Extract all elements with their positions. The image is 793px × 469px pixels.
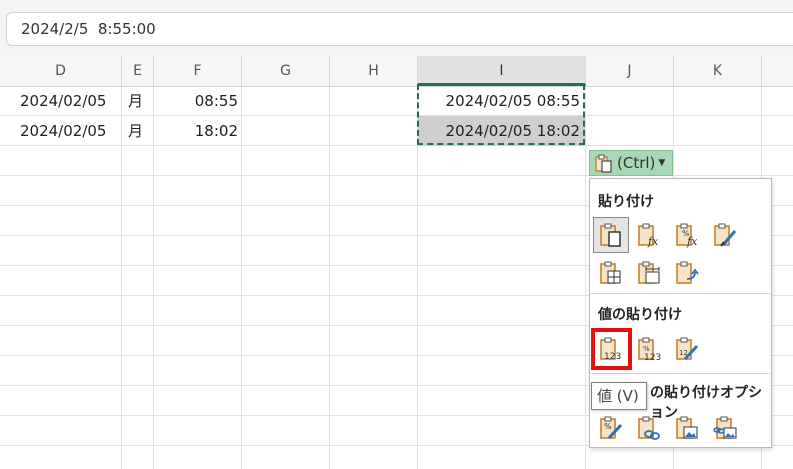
column-header-h[interactable]: H (330, 56, 418, 86)
paste-item-formatting[interactable]: % (593, 410, 629, 446)
cell-e1[interactable]: 月 (128, 86, 143, 116)
paste-item-keep-column-widths[interactable] (631, 255, 667, 291)
svg-text:%: % (643, 345, 650, 353)
paste-options-label: (Ctrl) (617, 154, 656, 172)
paste-link-icon (638, 416, 660, 440)
paste-no-borders-icon (600, 261, 621, 284)
cell-d2[interactable]: 2024/02/05 (20, 116, 106, 146)
column-header-j[interactable]: J (586, 56, 674, 86)
menu-heading-paste: 貼り付け (598, 194, 654, 210)
paste-item-picture[interactable] (669, 410, 705, 446)
paste-item-paste[interactable] (593, 217, 629, 253)
column-header-k[interactable]: K (674, 56, 762, 86)
menu-heading-paste-values: 値の貼り付け (598, 307, 682, 323)
column-header-i[interactable]: I (418, 56, 586, 86)
paste-keep-column-widths-icon (638, 261, 660, 284)
column-header-f[interactable]: F (154, 56, 242, 86)
paste-values-source-formatting-icon: 12 (676, 337, 699, 361)
column-header-e[interactable]: E (122, 56, 154, 86)
chevron-down-icon: ▼ (658, 158, 666, 168)
cell-f2[interactable]: 18:02 (154, 116, 238, 146)
paste-keep-source-formatting-icon (714, 223, 737, 247)
paste-formatting-icon: % (600, 416, 623, 440)
column-header-l[interactable] (762, 56, 793, 86)
paste-item-linked-picture[interactable] (707, 410, 743, 446)
column-header-d[interactable]: D (0, 56, 122, 86)
svg-text:%: % (604, 422, 612, 431)
paste-options-button[interactable]: (Ctrl) ▼ (589, 150, 673, 176)
svg-text:123: 123 (644, 353, 661, 363)
tooltip: 値 (V) (591, 382, 647, 410)
cell-f1[interactable]: 08:55 (154, 86, 238, 116)
paste-formulas-number-format-icon: % fx (676, 223, 698, 248)
paste-picture-icon (676, 416, 698, 439)
paste-item-values-source-formatting[interactable]: 12 (669, 331, 705, 367)
svg-text:fx: fx (647, 235, 659, 248)
paste-item-no-borders[interactable] (593, 255, 629, 291)
column-headers: D E F G H I J K (0, 56, 793, 87)
highlight-box (591, 328, 632, 370)
paste-item-formulas-number-format[interactable]: % fx (669, 217, 705, 253)
clipboard-icon (594, 153, 614, 173)
formula-bar-area: 2024/2/5 8:55:00 (0, 0, 793, 56)
paste-item-transpose[interactable] (669, 255, 705, 291)
formula-bar-value: 2024/2/5 8:55:00 (21, 20, 156, 38)
paste-item-keep-source-formatting[interactable] (707, 217, 743, 253)
svg-text:fx: fx (686, 235, 698, 248)
paste-item-link[interactable] (631, 410, 667, 446)
paste-formulas-icon: fx (638, 223, 659, 248)
column-header-g[interactable]: G (242, 56, 330, 86)
paste-transpose-icon (676, 261, 699, 284)
paste-item-formulas[interactable]: fx (631, 217, 667, 253)
formula-bar[interactable]: 2024/2/5 8:55:00 (6, 12, 793, 46)
paste-values-number-format-icon: % 123 (638, 337, 661, 363)
cell-e2[interactable]: 月 (128, 116, 143, 146)
paste-item-values-number-format[interactable]: % 123 (631, 331, 667, 367)
cell-d1[interactable]: 2024/02/05 (20, 86, 106, 116)
paste-linked-picture-icon (713, 416, 737, 439)
paste-icon (600, 223, 621, 247)
copy-selection-border (417, 84, 585, 145)
